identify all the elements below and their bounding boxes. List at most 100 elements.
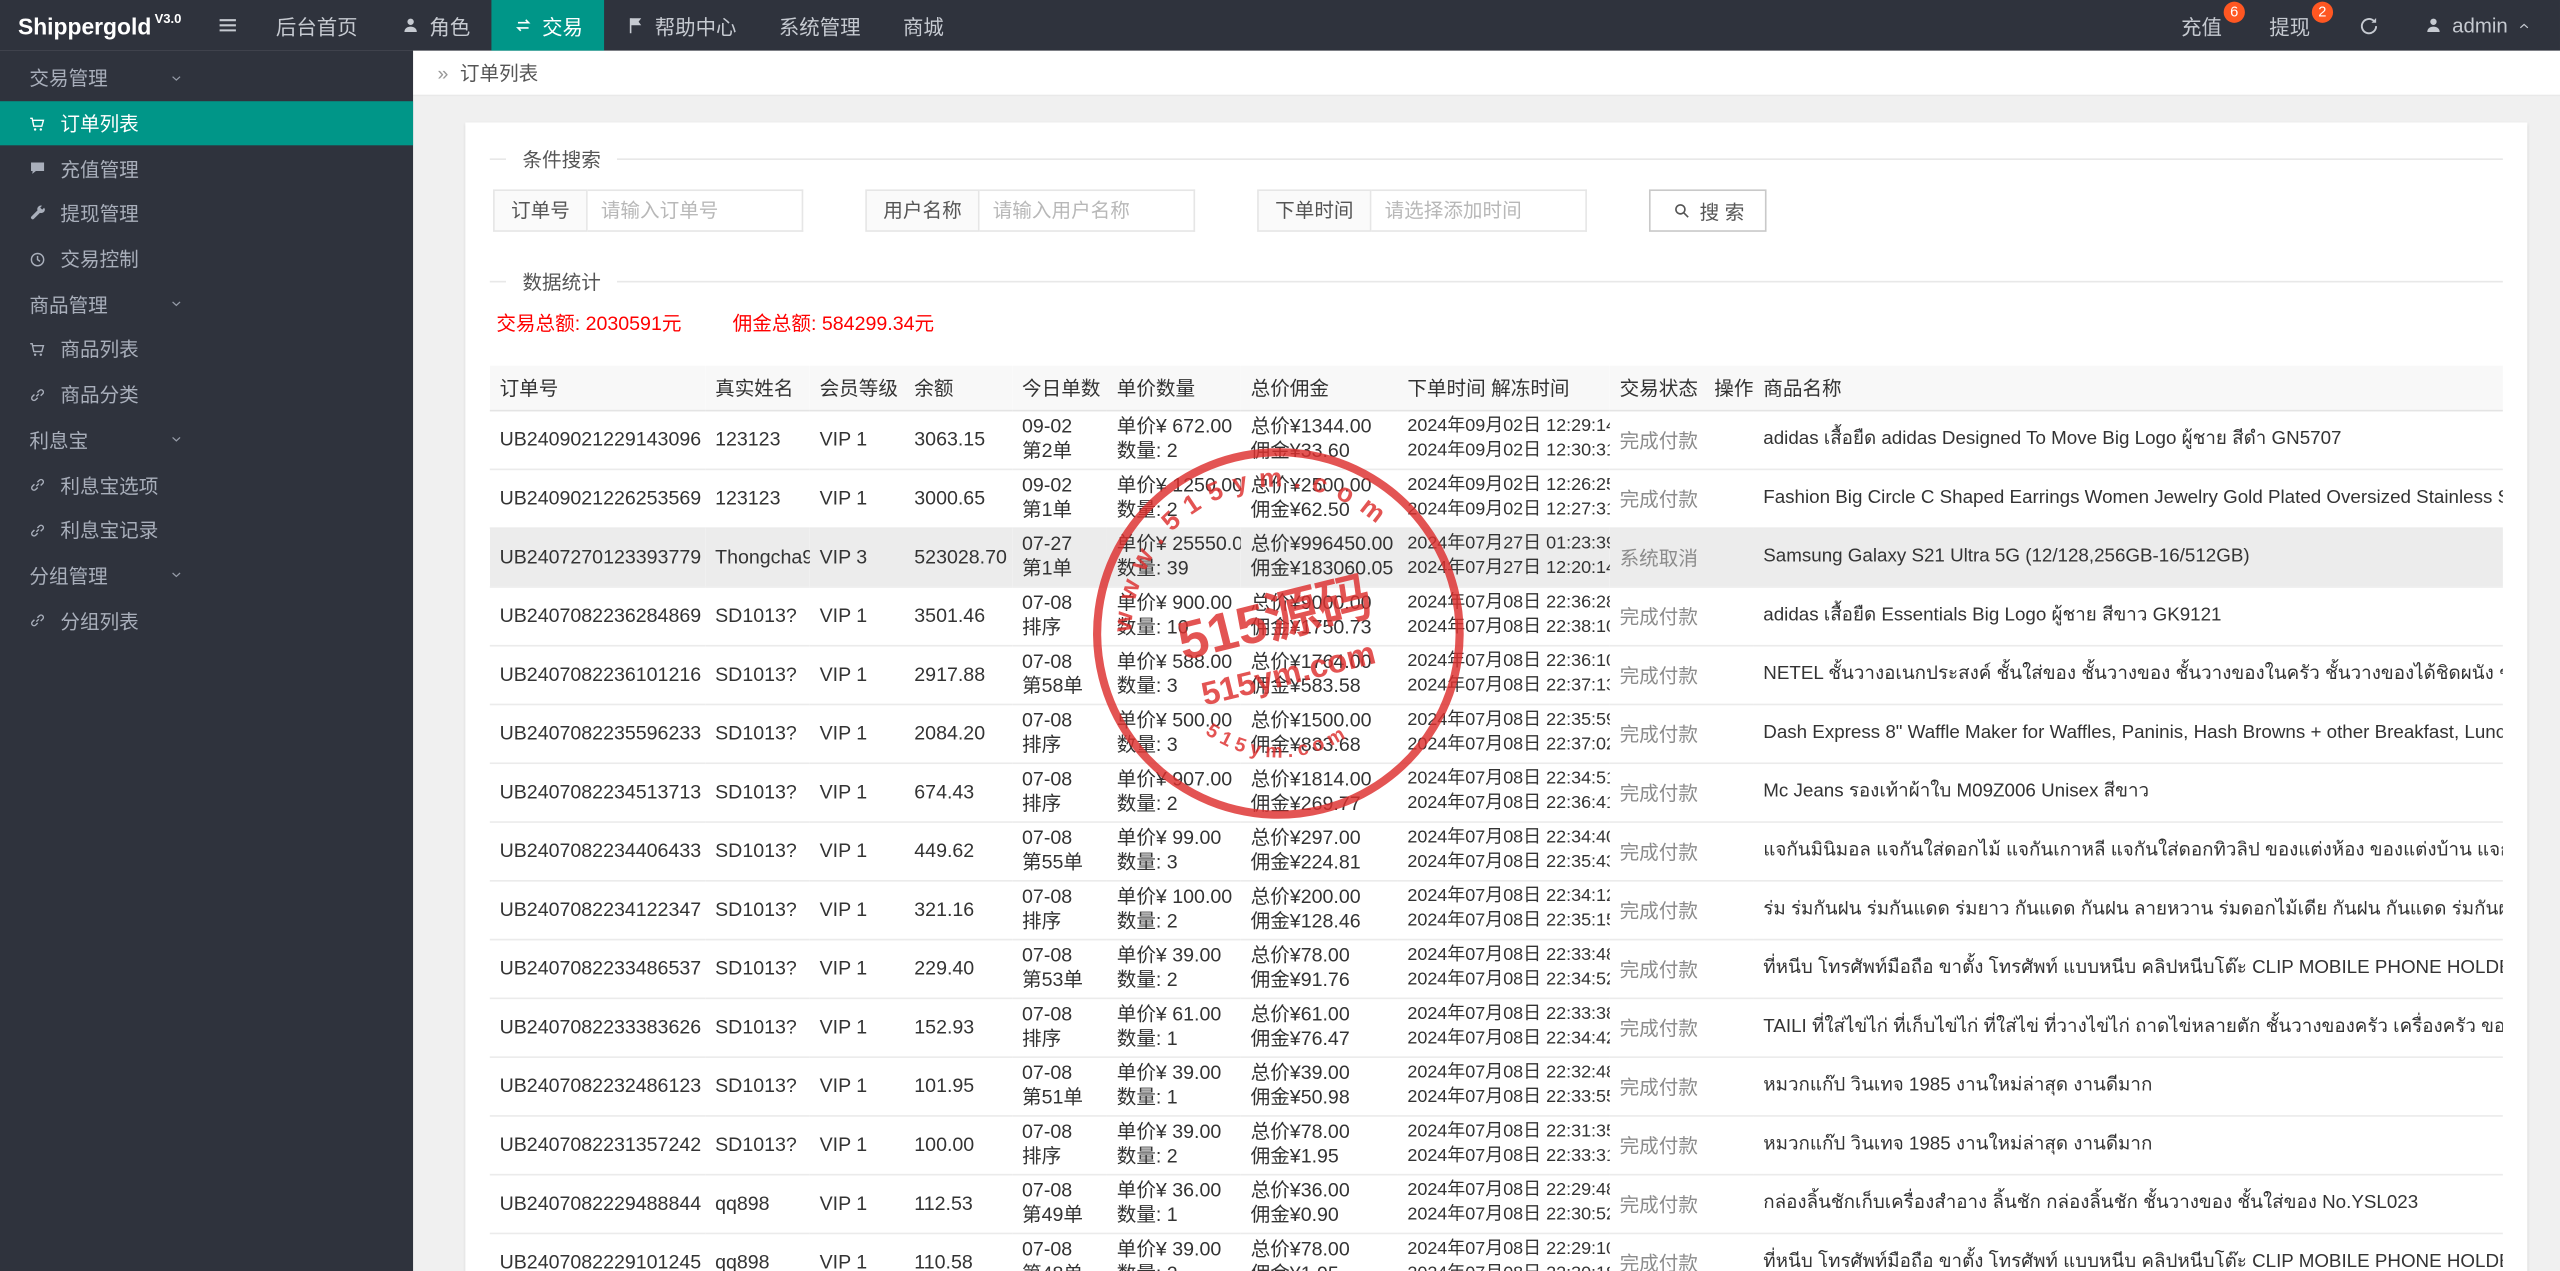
- sidebar-item-label: 商品分类: [60, 383, 139, 407]
- sidebar-item-label: 充值管理: [60, 157, 139, 181]
- cell-vip-level: VIP 1: [809, 644, 905, 705]
- cell-price-qty: 单价¥ 500.00 数量: 3: [1106, 703, 1241, 764]
- cell-product: Samsung Galaxy S21 Ultra 5G (12/128,256G…: [1753, 527, 2503, 587]
- sidebar-item-9[interactable]: 利息宝选项: [0, 462, 413, 507]
- cell-times: 2024年09月02日 12:29:14 2024年09月02日 12:30:31: [1397, 409, 1610, 470]
- cell-today-orders: 07-08 排序: [1012, 703, 1107, 764]
- table-row: UB2409021229143096 123123 VIP 1 3063.15 09-0…: [489, 409, 2503, 470]
- nav-badges: 充值 6 提现 2: [2160, 0, 2336, 51]
- cell-times: 2024年09月02日 12:26:25 2024年09月02日 12:27:31: [1397, 468, 1610, 529]
- cell-real-name: SD1013?: [705, 703, 810, 764]
- sidebar-item-3[interactable]: 提现管理: [0, 191, 413, 236]
- cell-vip-level: VIP 1: [809, 703, 905, 764]
- recharge-button[interactable]: 充值 6: [2160, 0, 2248, 51]
- cell-actions: [1704, 527, 1754, 587]
- search-button[interactable]: 搜 索: [1649, 189, 1768, 232]
- withdraw-badge: 2: [2311, 1, 2333, 23]
- nav-item-3[interactable]: 帮助中心: [604, 0, 757, 51]
- sidebar-item-12[interactable]: 分组列表: [0, 598, 413, 643]
- search-field-input[interactable]: [1371, 189, 1588, 232]
- sidebar-group-0[interactable]: 交易管理: [0, 56, 413, 101]
- refresh-button[interactable]: [2336, 0, 2401, 51]
- cell-actions: [1704, 1115, 1754, 1175]
- cell-total-commission: 总价¥39.00 佣金¥50.98: [1240, 1056, 1398, 1116]
- top-navbar: Shippergold V3.0 后台首页 角色 交易 帮助中心 系统管理 商城 充值 6 提现…: [0, 0, 2560, 51]
- menu-icon: [216, 13, 240, 37]
- cell-vip-level: VIP 1: [809, 762, 905, 823]
- cell-actions: [1704, 468, 1754, 529]
- refresh-icon: [2357, 14, 2380, 37]
- cell-price-qty: 单价¥ 25550.00 数量: 39: [1106, 527, 1241, 587]
- cell-today-orders: 07-08 第58单: [1012, 644, 1107, 705]
- cell-order-no: UB2409021229143096: [489, 409, 706, 470]
- cell-actions: [1704, 1173, 1754, 1234]
- cell-product: ร่ม ร่มกันฝน ร่มกันแดด ร่มยาว กันแดด กัน…: [1753, 879, 2503, 940]
- cell-today-orders: 07-08 第53单: [1012, 938, 1107, 999]
- cell-status: 完成付款: [1609, 821, 1705, 881]
- breadcrumb: » 订单列表: [413, 50, 2560, 97]
- cell-real-name: SD1013?: [705, 644, 810, 705]
- menu-toggle-button[interactable]: [201, 0, 255, 51]
- nav-item-0[interactable]: 后台首页: [255, 0, 379, 51]
- nav-item-4[interactable]: 系统管理: [758, 0, 882, 51]
- nav-menu: 后台首页 角色 交易 帮助中心 系统管理 商城: [255, 0, 965, 51]
- cell-vip-level: VIP 1: [809, 1173, 905, 1234]
- cell-balance: 449.62: [904, 821, 1013, 881]
- cell-today-orders: 07-08 排序: [1012, 1115, 1107, 1175]
- cell-product: adidas เสื้อยืด Essentials Big Logo ผู้ช…: [1753, 586, 2503, 646]
- nav-right: 充值 6 提现 2 admin: [2160, 0, 2560, 51]
- cell-price-qty: 单价¥ 672.00 数量: 2: [1106, 409, 1241, 470]
- sidebar-item-6[interactable]: 商品列表: [0, 327, 413, 372]
- user-icon: [400, 15, 421, 36]
- sidebar-item-2[interactable]: 充值管理: [0, 146, 413, 191]
- cell-actions: [1704, 703, 1754, 764]
- nav-item-1[interactable]: 角色: [379, 0, 492, 51]
- cell-balance: 2084.20: [904, 703, 1013, 764]
- sidebar-item-label: 分组列表: [60, 609, 139, 633]
- cell-balance: 152.93: [904, 997, 1013, 1058]
- chevron-down-icon: [168, 70, 184, 86]
- cell-total-commission: 总价¥78.00 佣金¥91.76: [1240, 938, 1398, 999]
- sidebar-group-5[interactable]: 商品管理: [0, 282, 413, 327]
- cell-times: 2024年07月08日 22:34:51 2024年07月08日 22:36:41: [1397, 762, 1610, 823]
- search-field-input[interactable]: [979, 189, 1196, 232]
- sidebar-item-7[interactable]: 商品分类: [0, 372, 413, 417]
- nav-item-label: 商城: [902, 16, 944, 40]
- sidebar-item-10[interactable]: 利息宝记录: [0, 508, 413, 553]
- cell-order-no: UB2407082234406433: [489, 821, 706, 881]
- cell-total-commission: 总价¥200.00 佣金¥128.46: [1240, 879, 1398, 940]
- search-field-label: 订单号: [493, 189, 588, 232]
- sidebar-group-11[interactable]: 分组管理: [0, 553, 413, 598]
- cell-product: ที่หนีบ โทรศัพท์มือถือ ขาตั้ง โทรศัพท์ แ…: [1753, 938, 2503, 999]
- table-row: UB2407082232486123 SD1013? VIP 1 101.95 07-0…: [489, 1056, 2503, 1116]
- user-menu[interactable]: admin: [2402, 0, 2554, 51]
- cell-times: 2024年07月08日 22:32:48 2024年07月08日 22:33:55: [1397, 1056, 1610, 1116]
- nav-item-2[interactable]: 交易: [491, 0, 605, 51]
- cell-total-commission: 总价¥1814.00 佣金¥269.77: [1240, 762, 1398, 823]
- withdraw-button[interactable]: 提现 2: [2248, 0, 2336, 51]
- link-icon: [28, 520, 48, 540]
- table-row: UB2407082236101216 SD1013? VIP 1 2917.88 07-…: [489, 644, 2503, 705]
- cell-vip-level: VIP 1: [809, 409, 905, 470]
- cell-vip-level: VIP 1: [809, 938, 905, 999]
- cell-order-no: UB2407082232486123: [489, 1056, 706, 1116]
- cell-real-name: Thongcha99: [705, 527, 810, 587]
- sidebar: 交易管理 订单列表充值管理提现管理 交易控制商品管理商品列表商品分类利息宝 利息宝选项…: [0, 50, 414, 1271]
- nav-item-5[interactable]: 商城: [882, 0, 965, 51]
- sidebar-group-8[interactable]: 利息宝: [0, 417, 413, 462]
- cell-times: 2024年07月08日 22:29:48 2024年07月08日 22:30:52: [1397, 1173, 1610, 1234]
- search-field-2: 下单时间: [1257, 189, 1588, 232]
- link-icon: [28, 385, 48, 405]
- search-field-input[interactable]: [587, 189, 804, 232]
- cell-product: NETEL ชั้นวางอเนกประสงค์ ชั้นใส่ของ ชั้น…: [1753, 644, 2503, 705]
- cell-real-name: qq898: [705, 1232, 810, 1271]
- sidebar-item-4[interactable]: 交易控制: [0, 236, 413, 281]
- cell-order-no: UB2407082234122347: [489, 879, 706, 940]
- cell-status: 完成付款: [1609, 409, 1705, 470]
- cell-total-commission: 总价¥1764.00 佣金¥583.58: [1240, 644, 1398, 705]
- cell-vip-level: VIP 1: [809, 879, 905, 940]
- cell-price-qty: 单价¥ 1250.00 数量: 2: [1106, 468, 1241, 529]
- username: admin: [2452, 13, 2508, 37]
- sidebar-item-1[interactable]: 订单列表: [0, 100, 414, 146]
- sidebar-group-label: 商品管理: [29, 293, 108, 317]
